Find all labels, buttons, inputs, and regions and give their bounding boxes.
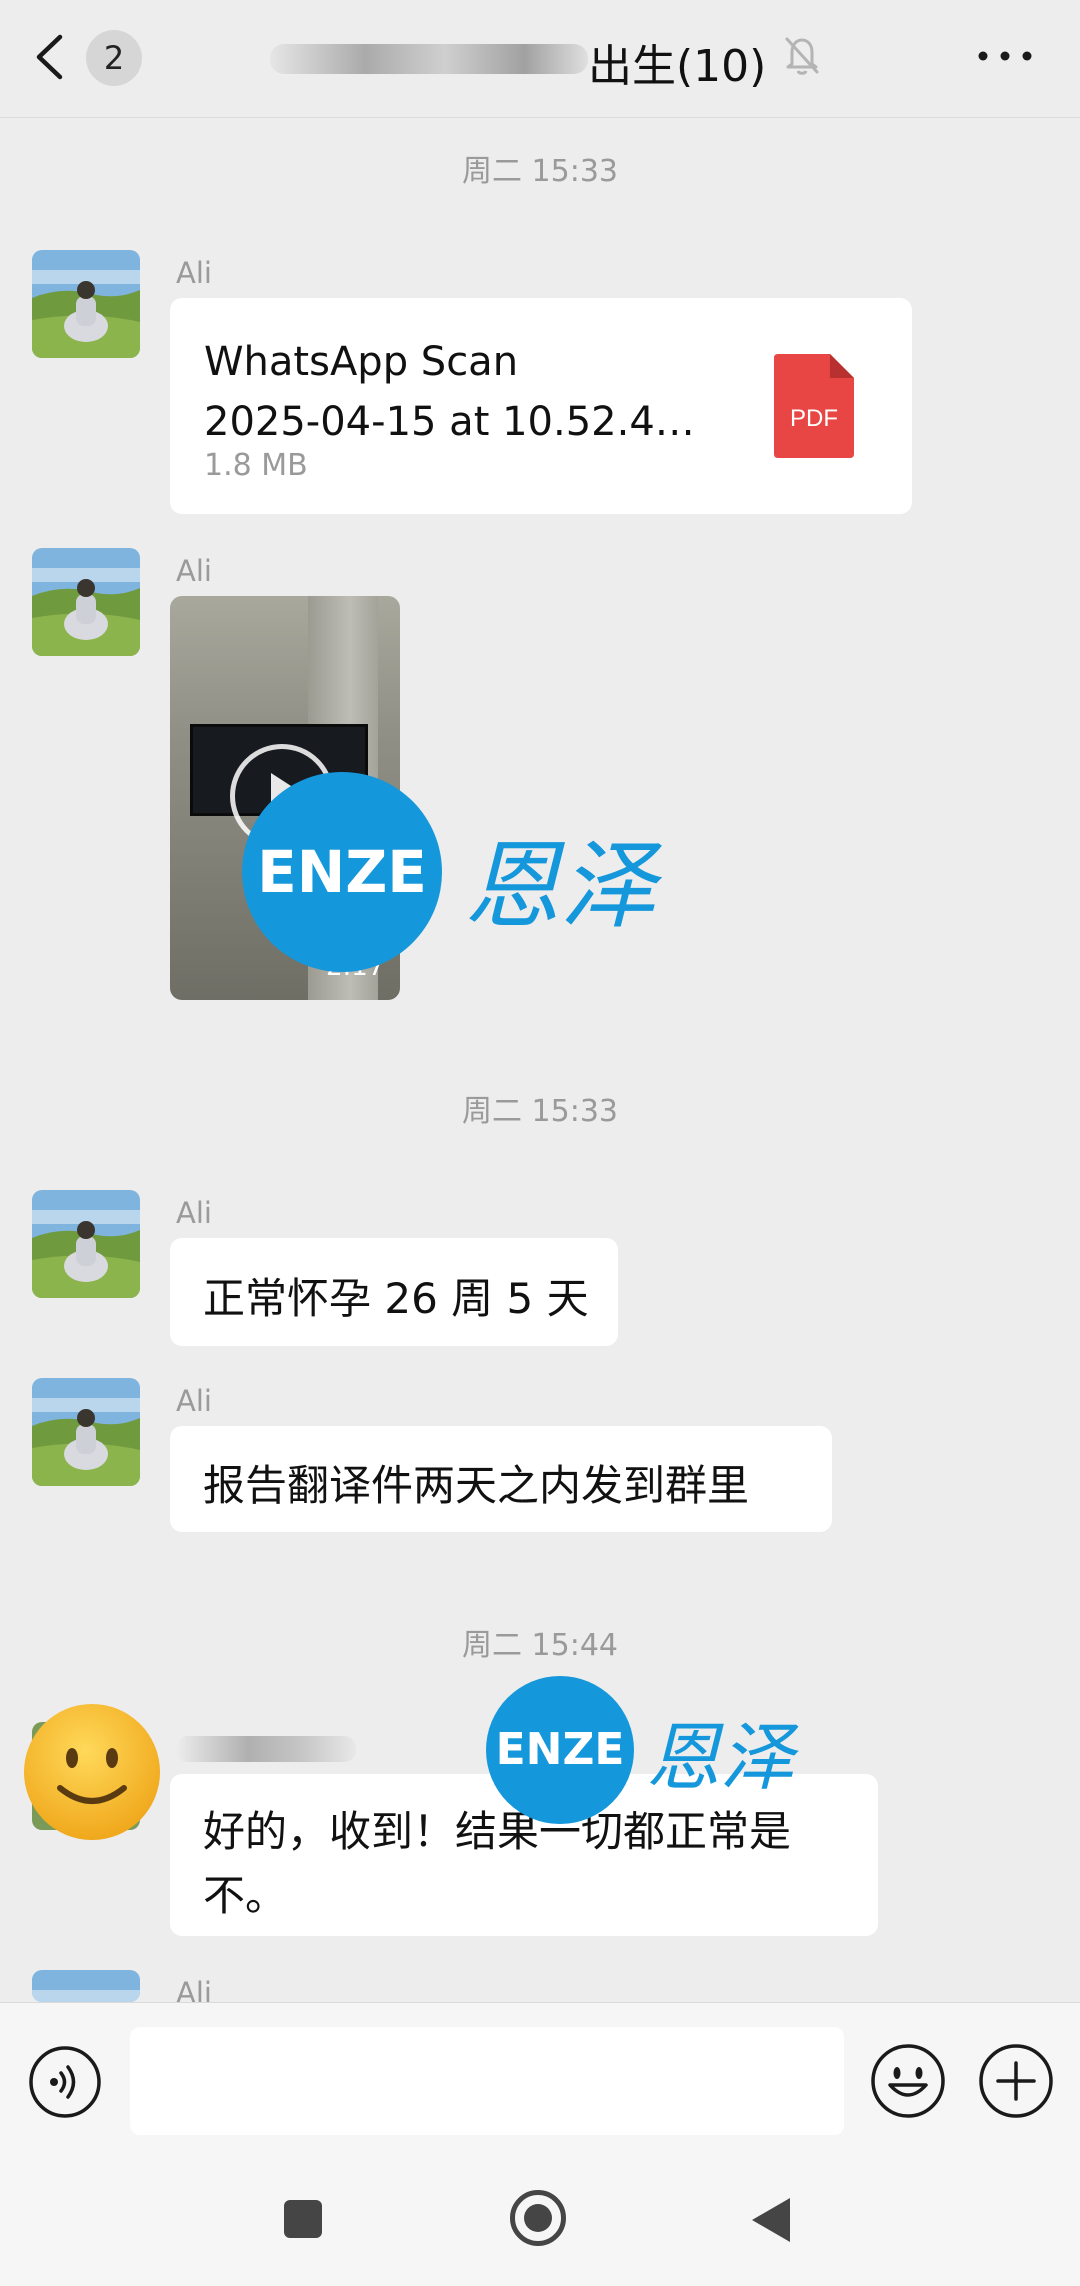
chat-title-text: 出生(10) <box>588 41 767 92</box>
message-text: 报告翻译件两天之内发到群里 <box>203 1461 750 1510</box>
watermark-chinese: 恩泽 <box>646 1715 794 1801</box>
bell-off-icon <box>785 37 819 75</box>
blurred-sender-name <box>176 1736 356 1762</box>
message-input[interactable] <box>130 2027 844 2135</box>
avatar[interactable] <box>32 250 140 358</box>
watermark-chinese: 恩泽 <box>464 830 656 942</box>
sender-name: Ali <box>176 1196 212 1230</box>
blurred-title-part <box>270 44 588 74</box>
avatar-image <box>32 1378 140 1486</box>
smiley-icon[interactable] <box>870 2043 946 2119</box>
svg-text:PDF: PDF <box>790 405 838 432</box>
sender-name: Ali <box>176 554 212 588</box>
avatar[interactable] <box>32 1378 140 1486</box>
back-button[interactable]: 2 <box>34 26 154 90</box>
message-text: 正常怀孕 26 周 5 天 <box>203 1274 589 1323</box>
file-message[interactable]: WhatsApp Scan 2025-04-15 at 10.52.4… 1.8… <box>170 298 912 514</box>
message-text-line2: 不。 <box>203 1871 288 1920</box>
text-message[interactable]: 正常怀孕 26 周 5 天 <box>170 1238 618 1346</box>
avatar[interactable] <box>32 548 140 656</box>
unread-count-badge: 2 <box>86 30 142 86</box>
home-button[interactable] <box>510 2190 566 2246</box>
input-bar <box>0 2002 1080 2148</box>
avatar-image <box>32 250 140 358</box>
text-message[interactable]: 报告翻译件两天之内发到群里 <box>170 1426 832 1532</box>
chevron-left-icon <box>36 34 63 80</box>
file-size: 1.8 MB <box>204 448 308 483</box>
nav-back-button[interactable] <box>752 2198 790 2242</box>
avatar-image <box>32 548 140 656</box>
sender-name: Ali <box>176 256 212 290</box>
timestamp: 周二 15:33 <box>462 154 618 189</box>
file-name: WhatsApp Scan 2025-04-15 at 10.52.4… <box>204 339 695 445</box>
avatar-image <box>32 1970 140 2002</box>
avatar-image <box>32 1190 140 1298</box>
voice-icon[interactable] <box>28 2045 102 2119</box>
sender-name: Ali <box>176 1384 212 1418</box>
chat-header: 2 出生(10) <box>0 0 1080 118</box>
watermark-logo: ENZE <box>486 1676 634 1824</box>
watermark: ENZE 恩泽 <box>486 1676 826 1826</box>
more-dots-icon[interactable] <box>970 30 1040 82</box>
system-nav-bar <box>0 2148 1080 2286</box>
watermark: ENZE 恩泽 <box>242 772 702 972</box>
avatar[interactable] <box>32 1970 140 2002</box>
timestamp: 周二 15:33 <box>462 1094 618 1129</box>
smiley-emoji-icon <box>24 1704 160 1840</box>
timestamp: 周二 15:44 <box>462 1628 618 1663</box>
watermark-logo: ENZE <box>242 772 442 972</box>
plus-icon[interactable] <box>978 2043 1054 2119</box>
recent-apps-button[interactable] <box>284 2200 322 2238</box>
pdf-file-icon: PDF <box>774 354 854 458</box>
avatar[interactable] <box>32 1190 140 1298</box>
